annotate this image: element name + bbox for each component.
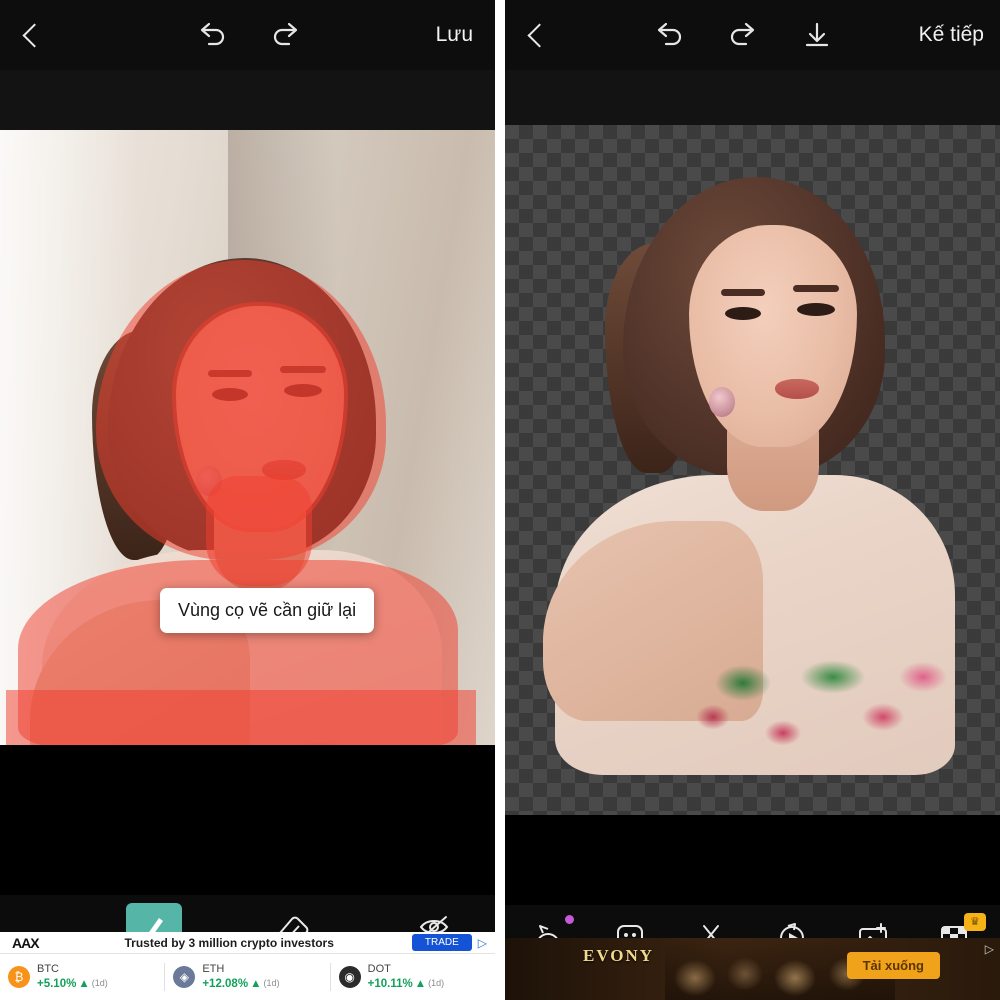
brush-hint-tooltip: Vùng cọ vẽ cần giữ lại (160, 588, 375, 633)
eye-left (725, 307, 761, 320)
eye-left (212, 388, 248, 401)
undo-arrow-icon (657, 22, 681, 46)
ad-headline: Trusted by 3 million crypto investors (124, 935, 334, 950)
btc-coin-icon: ₿ (8, 966, 30, 988)
next-button[interactable]: Kế tiếp (919, 23, 1000, 47)
ticker-change: +12.08% ▲ (1d) (202, 977, 279, 991)
right-canvas[interactable] (505, 125, 1000, 815)
ticker-item[interactable]: ◈ ETH +12.08% ▲ (1d) (165, 962, 331, 992)
back-button[interactable] (0, 0, 62, 70)
ticker-item[interactable]: ◉ DOT +10.11% ▲ (1d) (331, 963, 495, 991)
lips-shape (775, 379, 819, 399)
right-canvas-bottom-spacer (505, 815, 1000, 905)
ticker-period: (1d) (263, 978, 280, 989)
aax-logo: AAX (12, 934, 40, 951)
brow-left (721, 289, 765, 296)
lips-shape (262, 460, 306, 480)
dress-floral-pattern (170, 718, 450, 745)
ticker-item[interactable]: ₿ BTC +5.10% ▲ (1d) (0, 962, 166, 992)
chevron-left-icon (526, 22, 552, 48)
chevron-left-icon (21, 22, 47, 48)
right-screen: Kế tiếp ♛ EVONY Tải xuống ▷ (505, 0, 1000, 1000)
ticker-symbol: ETH (202, 962, 225, 975)
left-topbar: Lưu (0, 0, 495, 70)
right-ad-banner[interactable]: EVONY Tải xuống ▷ (505, 938, 1000, 1000)
ticker-period: (1d) (91, 978, 108, 989)
left-canvas[interactable]: Vùng cọ vẽ cần giữ lại (0, 130, 495, 745)
right-topbar: Kế tiếp (505, 0, 1000, 70)
trade-button[interactable]: TRADE (411, 934, 472, 951)
new-badge-dot-icon (564, 915, 574, 924)
redo-arrow-icon (273, 22, 297, 46)
right-top-spacer (505, 70, 1000, 125)
ticker-symbol: DOT (367, 962, 391, 975)
eye-right (284, 384, 322, 397)
left-canvas-bottom-spacer (0, 745, 495, 895)
save-button[interactable]: Lưu (436, 23, 495, 47)
face-shape (176, 306, 344, 528)
eth-coin-icon: ◈ (173, 966, 196, 988)
ad-ticker-row: ₿ BTC +5.10% ▲ (1d) ◈ ETH +12.08% ▲ (1d)… (0, 954, 495, 1000)
undo-button[interactable] (649, 15, 689, 55)
download-button[interactable] (797, 15, 837, 55)
ad-header: AAX Trusted by 3 million crypto investor… (0, 932, 495, 954)
cutout-photo (505, 125, 1000, 815)
left-topbar-center (62, 15, 436, 55)
brow-right (793, 285, 839, 292)
brow-left (208, 370, 252, 377)
ticker-change-value: +12.08% (202, 977, 249, 990)
dual-screenshot-comparison: Lưu Vùng cọ vẽ cần giữ lại AAX Trusted b… (0, 0, 1000, 1000)
evony-ad-title: EVONY (583, 946, 655, 965)
redo-arrow-icon (730, 22, 754, 46)
up-arrow-icon: ▲ (250, 977, 262, 990)
brow-right (280, 366, 326, 373)
left-screen: Lưu Vùng cọ vẽ cần giữ lại AAX Trusted b… (0, 0, 495, 1000)
adchoices-icon[interactable]: ▷ (985, 942, 994, 956)
left-ad-banner[interactable]: AAX Trusted by 3 million crypto investor… (0, 932, 495, 1000)
ticker-period: (1d) (428, 978, 445, 989)
download-ad-button[interactable]: Tải xuống (846, 952, 940, 979)
edited-photo (0, 130, 495, 745)
ticker-symbol: BTC (37, 962, 59, 975)
back-button[interactable] (505, 0, 567, 70)
redo-button[interactable] (723, 15, 763, 55)
ticker-change: +5.10% ▲ (1d) (37, 977, 108, 991)
undo-button[interactable] (192, 15, 232, 55)
up-arrow-icon: ▲ (414, 977, 427, 990)
ticker-change-value: +5.10% (37, 977, 77, 990)
left-top-spacer (0, 70, 495, 130)
right-topbar-center (567, 15, 919, 55)
earring-shape (709, 387, 735, 417)
premium-crown-icon: ♛ (963, 913, 986, 931)
download-icon (805, 22, 828, 47)
ticker-change: +10.11% ▲ (1d) (368, 977, 445, 991)
dress-floral-pattern (683, 637, 963, 767)
redo-button[interactable] (266, 15, 306, 55)
eye-right (797, 303, 835, 316)
earring-shape (196, 466, 222, 496)
ticker-change-value: +10.11% (367, 977, 413, 990)
undo-arrow-icon (200, 22, 224, 46)
dot-coin-icon: ◉ (338, 966, 361, 988)
screen-divider (495, 0, 505, 1000)
adchoices-icon[interactable]: ▷ (478, 936, 491, 950)
up-arrow-icon: ▲ (78, 977, 90, 990)
